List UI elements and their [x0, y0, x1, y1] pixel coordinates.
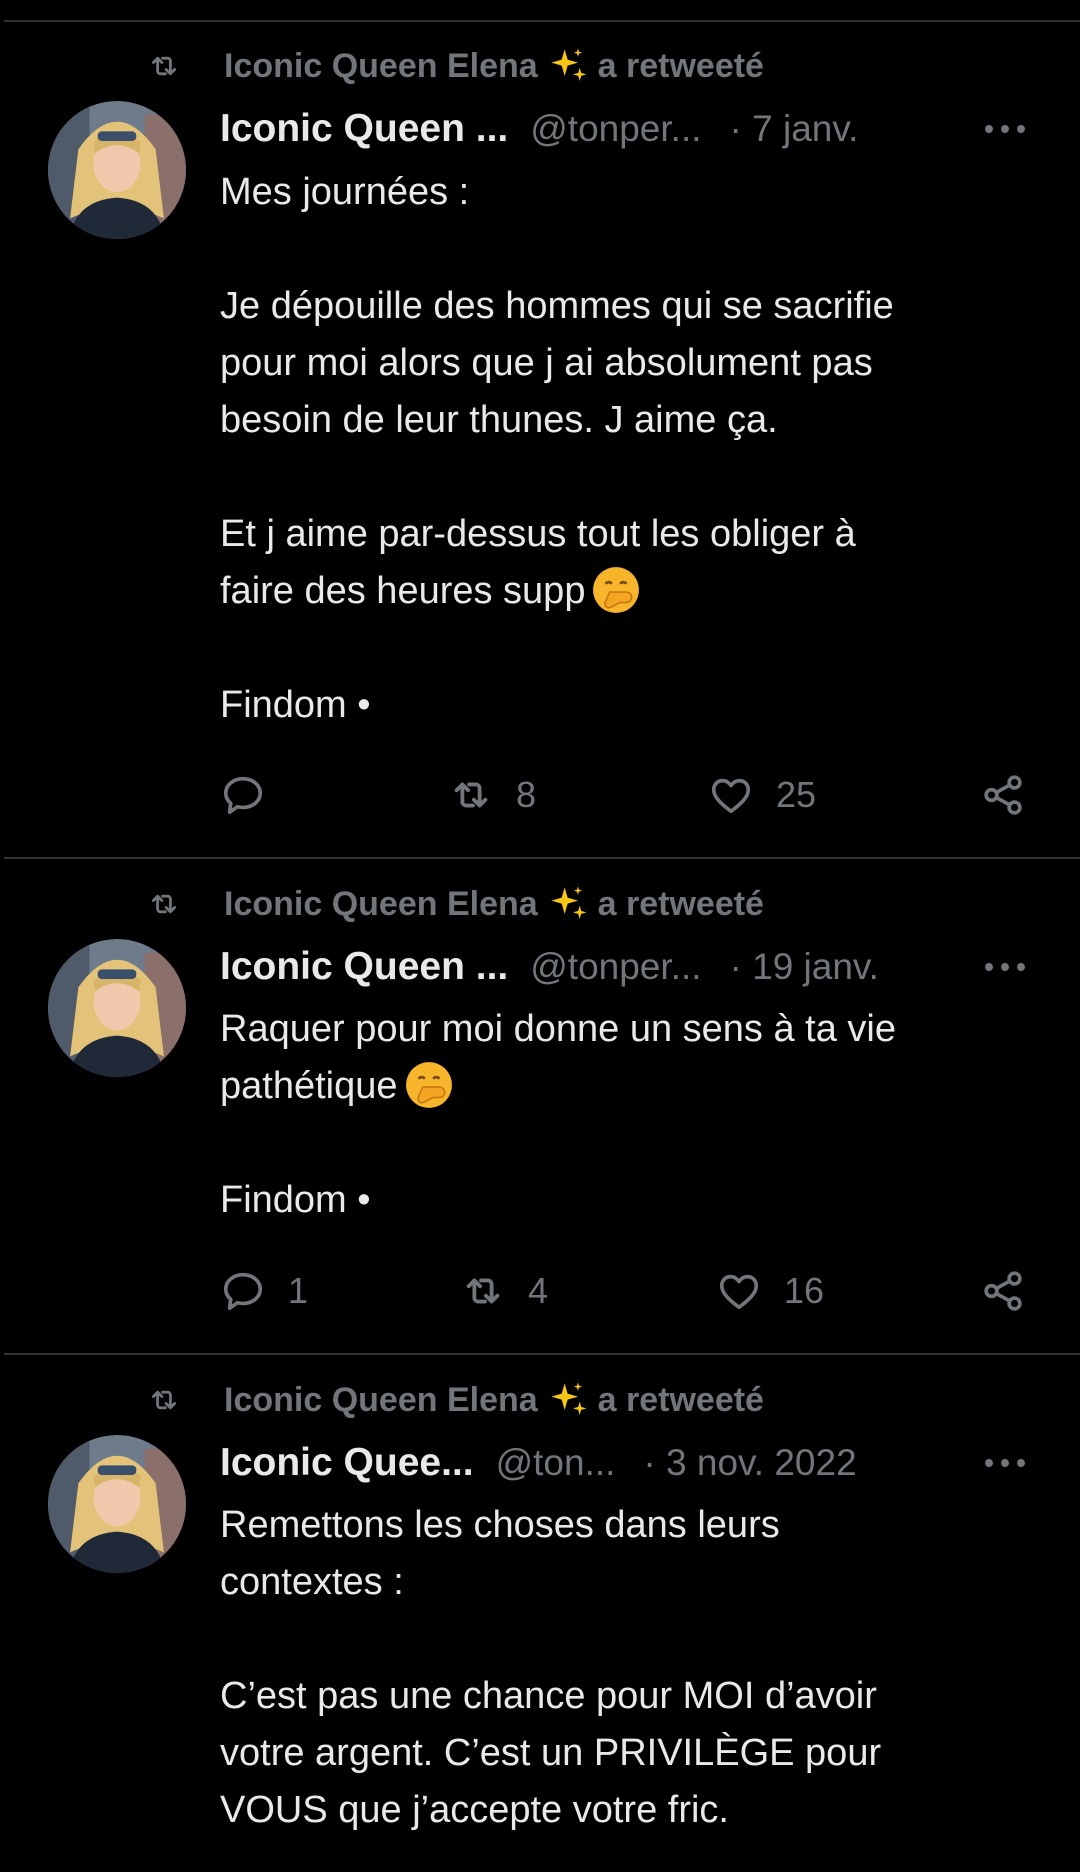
avatar[interactable] — [48, 939, 186, 1077]
sparkles-icon — [548, 884, 588, 924]
tweet-date[interactable]: · 19 janv. — [730, 946, 879, 988]
sparkles-icon — [548, 46, 588, 86]
retweet-button[interactable]: 8 — [448, 770, 536, 820]
more-options-icon[interactable] — [984, 962, 1026, 972]
face-with-hand-over-mouth-icon — [591, 565, 641, 615]
like-count: 25 — [776, 774, 817, 815]
retweeter-name[interactable]: Iconic Queen Elena — [224, 1381, 538, 1420]
retweet-context: Iconic Queen Elena a retweeté — [142, 1380, 764, 1420]
tweet-text: Mes journées : Je dépouille des hommes q… — [220, 164, 1000, 734]
tweet-date[interactable]: · 3 nov. 2022 — [643, 1442, 856, 1484]
author-handle[interactable]: @tonper... — [530, 946, 701, 988]
retweet-context: Iconic Queen Elena a retweeté — [142, 884, 764, 924]
retweeter-name[interactable]: Iconic Queen Elena — [224, 885, 538, 924]
tweet-header: Iconic Quee... @ton... · 3 nov. 2022 — [220, 1436, 1040, 1490]
retweet-count: 8 — [516, 774, 537, 815]
retweet-count: 4 — [528, 1270, 549, 1311]
author-name[interactable]: Iconic Queen ... — [220, 945, 508, 989]
retweet-suffix: a retweeté — [597, 46, 764, 85]
like-button[interactable]: 25 — [708, 770, 816, 820]
tweet-text-main: Raquer pour moi donne un sens à ta vie p… — [220, 1008, 896, 1107]
like-count: 16 — [784, 1270, 825, 1311]
author-name[interactable]: Iconic Queen ... — [220, 107, 508, 151]
tweet-date[interactable]: · 7 janv. — [730, 108, 859, 150]
retweet-suffix: a retweeté — [597, 884, 764, 923]
tweet-text-main: Remettons les choses dans leurs contexte… — [220, 1504, 882, 1831]
heart-icon — [716, 1268, 762, 1314]
like-button[interactable]: 16 — [716, 1266, 824, 1316]
divider — [4, 857, 1080, 859]
retweet-icon — [142, 1383, 186, 1417]
tweet-header: Iconic Queen ... @tonper... · 19 janv. — [220, 940, 1040, 994]
retweet-icon — [142, 887, 186, 921]
tweet-text: Raquer pour moi donne un sens à ta vie p… — [220, 1001, 1000, 1229]
avatar-image — [48, 101, 186, 239]
retweet-icon — [448, 772, 494, 818]
tweet-text: Remettons les choses dans leurs contexte… — [220, 1497, 1000, 1839]
reply-button[interactable] — [220, 770, 288, 820]
divider — [4, 1353, 1080, 1355]
share-icon — [980, 1268, 1026, 1314]
author-name[interactable]: Iconic Quee... — [220, 1441, 474, 1485]
reply-button[interactable]: 1 — [220, 1266, 308, 1316]
reply-icon — [220, 772, 266, 818]
divider — [4, 20, 1080, 22]
tweet-actions: 1 4 16 — [220, 1266, 1040, 1316]
retweet-button[interactable]: 4 — [460, 1266, 548, 1316]
sparkles-icon — [548, 1380, 588, 1420]
avatar[interactable] — [48, 1435, 186, 1573]
heart-icon — [708, 772, 754, 818]
author-handle[interactable]: @tonper... — [530, 108, 701, 150]
tweet-text-main: Mes journées : Je dépouille des hommes q… — [220, 171, 894, 612]
avatar-image — [48, 1435, 186, 1573]
reply-icon — [220, 1268, 266, 1314]
tweet-header: Iconic Queen ... @tonper... · 7 janv. — [220, 102, 1040, 156]
retweeter-name[interactable]: Iconic Queen Elena — [224, 47, 538, 86]
face-with-hand-over-mouth-icon — [404, 1060, 454, 1110]
tweet-actions: 8 25 — [220, 770, 1040, 820]
more-options-icon[interactable] — [984, 1458, 1026, 1468]
tweet-text-tail: Findom • — [220, 1179, 371, 1221]
share-icon — [980, 772, 1026, 818]
retweet-icon — [142, 49, 186, 83]
avatar[interactable] — [48, 101, 186, 239]
retweet-context: Iconic Queen Elena a retweeté — [142, 46, 764, 86]
avatar-image — [48, 939, 186, 1077]
share-button[interactable] — [980, 770, 1026, 820]
more-options-icon[interactable] — [984, 124, 1026, 134]
reply-count: 1 — [288, 1270, 309, 1311]
author-handle[interactable]: @ton... — [496, 1442, 616, 1484]
share-button[interactable] — [980, 1266, 1026, 1316]
retweet-icon — [460, 1268, 506, 1314]
retweet-suffix: a retweeté — [597, 1380, 764, 1419]
tweet-text-tail: Findom • — [220, 684, 371, 726]
